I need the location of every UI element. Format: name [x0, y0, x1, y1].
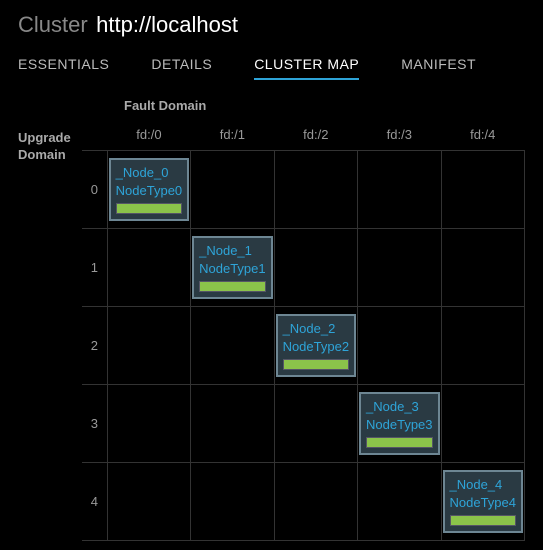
grid-cell	[358, 463, 441, 541]
node-card[interactable]: _Node_4NodeType4	[443, 470, 524, 533]
grid-cell	[358, 151, 441, 229]
grid-cell: _Node_0NodeType0	[107, 151, 190, 229]
node-type: NodeType2	[283, 338, 350, 356]
node-card[interactable]: _Node_2NodeType2	[276, 314, 357, 377]
fault-domain-header: fd:/3	[358, 119, 441, 151]
upgrade-domain-header: 2	[82, 307, 107, 385]
tab-manifest[interactable]: MANIFEST	[401, 56, 476, 80]
upgrade-domain-header: 4	[82, 463, 107, 541]
fault-domain-header: fd:/4	[441, 119, 525, 151]
grid-cell	[191, 151, 274, 229]
grid-cell	[274, 229, 357, 307]
node-name: _Node_4	[450, 476, 517, 494]
upgrade-domain-header: 0	[82, 151, 107, 229]
tab-essentials[interactable]: ESSENTIALS	[18, 56, 109, 80]
grid-cell	[191, 307, 274, 385]
node-name: _Node_1	[199, 242, 266, 260]
grid-cell: _Node_2NodeType2	[274, 307, 357, 385]
grid-cell	[441, 151, 525, 229]
grid-cell	[441, 229, 525, 307]
grid-cell	[274, 463, 357, 541]
tab-bar: ESSENTIALS DETAILS CLUSTER MAP MANIFEST	[18, 56, 525, 80]
grid-cell: _Node_3NodeType3	[358, 385, 441, 463]
node-health-bar	[450, 515, 517, 526]
node-name: _Node_2	[283, 320, 350, 338]
node-type: NodeType0	[116, 182, 183, 200]
fault-domain-header: fd:/0	[107, 119, 190, 151]
upgrade-domain-header: 1	[82, 229, 107, 307]
title-label: Cluster	[18, 12, 88, 37]
grid-cell	[274, 385, 357, 463]
grid-cell	[107, 385, 190, 463]
node-health-bar	[366, 437, 433, 448]
grid-cell: _Node_4NodeType4	[441, 463, 525, 541]
page-title: Cluster http://localhost	[18, 12, 525, 38]
grid-cell	[358, 229, 441, 307]
upgrade-domain-header: 3	[82, 385, 107, 463]
node-health-bar	[199, 281, 266, 292]
grid-cell	[358, 307, 441, 385]
cluster-grid: fd:/0fd:/1fd:/2fd:/3fd:/40_Node_0NodeTyp…	[82, 119, 525, 541]
node-type: NodeType1	[199, 260, 266, 278]
grid-cell	[107, 463, 190, 541]
grid-cell	[441, 385, 525, 463]
grid-cell	[274, 151, 357, 229]
node-health-bar	[283, 359, 350, 370]
grid-cell	[107, 229, 190, 307]
tab-cluster-map[interactable]: CLUSTER MAP	[254, 56, 359, 80]
grid-cell	[107, 307, 190, 385]
fault-domain-header: fd:/2	[274, 119, 357, 151]
grid-cell	[441, 307, 525, 385]
grid-corner	[82, 119, 107, 151]
upgrade-domain-label: UpgradeDomain	[18, 130, 78, 164]
node-type: NodeType3	[366, 416, 433, 434]
node-name: _Node_0	[116, 164, 183, 182]
grid-cell: _Node_1NodeType1	[191, 229, 274, 307]
tab-details[interactable]: DETAILS	[151, 56, 212, 80]
node-health-bar	[116, 203, 183, 214]
cluster-map-panel: Fault Domain UpgradeDomain fd:/0fd:/1fd:…	[18, 98, 525, 541]
grid-cell	[191, 463, 274, 541]
fault-domain-header: fd:/1	[191, 119, 274, 151]
node-name: _Node_3	[366, 398, 433, 416]
node-card[interactable]: _Node_0NodeType0	[109, 158, 190, 221]
node-card[interactable]: _Node_1NodeType1	[192, 236, 273, 299]
title-url: http://localhost	[96, 12, 238, 37]
fault-domain-label: Fault Domain	[124, 98, 525, 113]
node-card[interactable]: _Node_3NodeType3	[359, 392, 440, 455]
node-type: NodeType4	[450, 494, 517, 512]
grid-cell	[191, 385, 274, 463]
